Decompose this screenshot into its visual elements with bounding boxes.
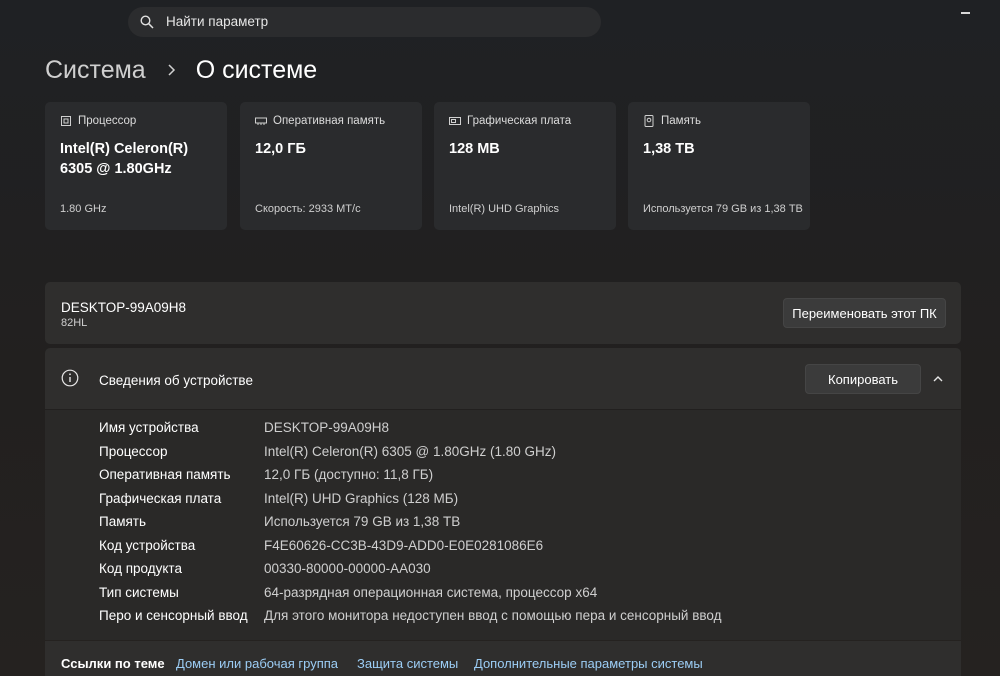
spec-key: Оперативная память: [99, 467, 231, 482]
card-subtext: Скорость: 2933 MT/с: [255, 203, 361, 215]
spec-value: DESKTOP-99A09H8: [264, 420, 390, 435]
search-input[interactable]: Найти параметр: [166, 14, 268, 29]
spec-value: Используется 79 GB из 1,38 TB: [264, 514, 461, 529]
breadcrumb-root[interactable]: Система: [45, 56, 146, 85]
device-specs-body: Имя устройства DESKTOP-99A09H8 Процессор…: [45, 410, 961, 640]
link-system-protection[interactable]: Защита системы: [357, 656, 458, 671]
spec-key: Код продукта: [99, 561, 182, 576]
memory-icon: [255, 117, 267, 125]
spec-key: Перо и сенсорный ввод: [99, 608, 248, 623]
chevron-up-icon[interactable]: [931, 372, 945, 386]
spec-key: Код устройства: [99, 538, 196, 553]
device-name-row: DESKTOP-99A09H8 82HL Переименовать этот …: [45, 282, 961, 344]
device-specs-title: Сведения об устройстве: [99, 373, 253, 388]
card-processor: Процессор Intel(R) Celeron(R) 6305 @ 1.8…: [45, 102, 227, 230]
card-value: 1,38 TB: [643, 141, 695, 157]
card-value: 128 MB: [449, 141, 500, 157]
spec-key: Имя устройства: [99, 420, 199, 435]
breadcrumb: Система О системе: [45, 52, 317, 88]
minimize-icon[interactable]: [961, 12, 970, 14]
card-label: Процессор: [78, 115, 137, 127]
device-model: 82HL: [61, 317, 88, 329]
spec-key: Процессор: [99, 444, 168, 459]
page-title: О системе: [195, 55, 318, 84]
copy-button[interactable]: Копировать: [805, 364, 921, 394]
card-value: 12,0 ГБ: [255, 141, 306, 157]
spec-key: Тип системы: [99, 585, 179, 600]
card-label: Графическая плата: [467, 115, 572, 127]
card-storage: Память 1,38 TB Используется 79 GB из 1,3…: [628, 102, 810, 230]
spec-value: F4E60626-CC3B-43D9-ADD0-E0E0281086E6: [264, 538, 544, 553]
spec-value: 12,0 ГБ (доступно: 11,8 ГБ): [264, 467, 434, 482]
link-advanced-system-settings[interactable]: Дополнительные параметры системы: [474, 656, 703, 671]
card-subtext: Intel(R) UHD Graphics: [449, 203, 560, 215]
card-label: Оперативная память: [273, 115, 386, 127]
spec-value: Intel(R) UHD Graphics (128 МБ): [264, 491, 459, 506]
processor-icon: [61, 116, 71, 126]
spec-value: 00330-80000-00000-AA030: [264, 561, 431, 576]
spec-value: 64-разрядная операционная система, проце…: [264, 585, 598, 600]
info-icon: [61, 369, 79, 387]
graphics-card-icon: [449, 117, 461, 125]
card-graphics: Графическая плата 128 MB Intel(R) UHD Gr…: [434, 102, 616, 230]
spec-value: Для этого монитора недоступен ввод с пом…: [264, 608, 722, 623]
card-label: Память: [661, 115, 702, 127]
storage-icon: [644, 115, 654, 127]
spec-key: Память: [99, 514, 147, 529]
related-links-label: Ссылки по теме: [61, 656, 165, 671]
rename-pc-button[interactable]: Переименовать этот ПК: [783, 298, 946, 328]
card-subtext: Используется 79 GB из 1,38 TB: [643, 203, 803, 215]
card-value: Intel(R) Celeron(R) 6305 @ 1.80GHz: [60, 141, 189, 177]
device-specs-header[interactable]: Сведения об устройстве Копировать: [45, 348, 961, 409]
search-box[interactable]: Найти параметр: [128, 7, 601, 37]
spec-key: Графическая плата: [99, 491, 222, 506]
device-name: DESKTOP-99A09H8: [61, 300, 187, 315]
card-ram: Оперативная память 12,0 ГБ Скорость: 293…: [240, 102, 422, 230]
related-links: Ссылки по теме Домен или рабочая группа …: [45, 641, 961, 676]
link-domain-workgroup[interactable]: Домен или рабочая группа: [176, 656, 338, 671]
card-subtext: 1.80 GHz: [60, 203, 107, 215]
spec-value: Intel(R) Celeron(R) 6305 @ 1.80GHz (1.80…: [264, 444, 557, 459]
chevron-right-icon: [168, 64, 175, 76]
search-icon: [140, 15, 154, 29]
